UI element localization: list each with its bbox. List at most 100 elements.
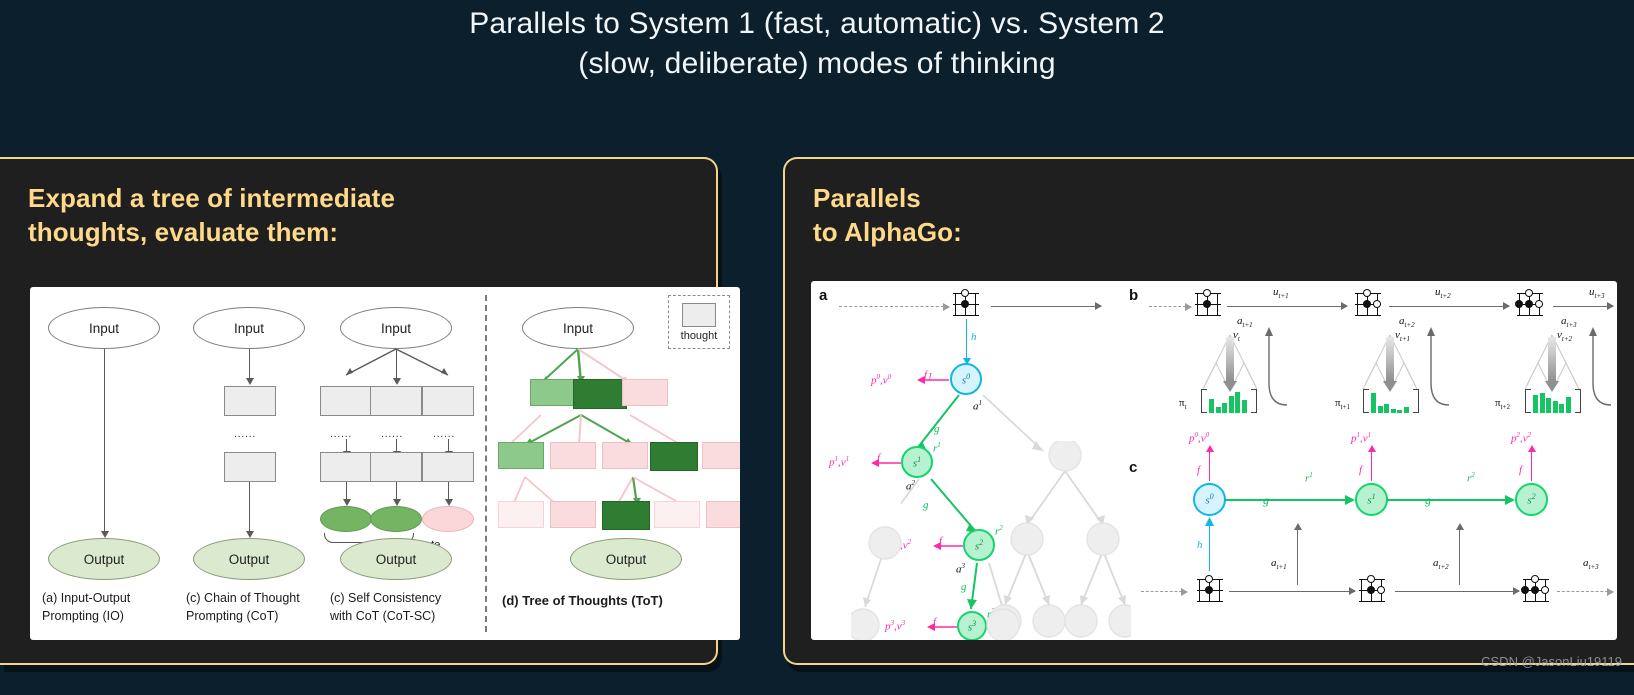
cotsc-caption-line1: (c) Self Consistency xyxy=(330,591,442,605)
a-label-b3: at+3 xyxy=(1561,315,1577,330)
cotsc-dots-b: ...... xyxy=(381,428,403,440)
panel-c-incoming-arrow xyxy=(1141,587,1188,596)
policy-bar xyxy=(1215,407,1221,413)
cotsc-input-label: Input xyxy=(380,320,412,336)
tot-node-l2-a xyxy=(498,442,544,469)
tot-node-l1-b xyxy=(573,379,627,409)
u-label-b1: ut+1 xyxy=(1273,286,1289,301)
r2-label-panel-c: r2 xyxy=(1467,471,1475,485)
policy-bar xyxy=(1403,407,1409,413)
left-panel: Expand a tree of intermediate thoughts, … xyxy=(0,157,740,665)
f-arrow-panel-a-1 xyxy=(871,459,901,467)
watermark: CSDN @JasonLiu19119 xyxy=(1481,654,1622,669)
node-s0-panel-c: s0 xyxy=(1193,483,1226,516)
f-arrow-c1 xyxy=(1366,445,1378,481)
figure-divider xyxy=(485,295,487,632)
io-caption-line2: Prompting (IO) xyxy=(42,609,124,623)
action-feedback-b3 xyxy=(1589,327,1612,406)
g-label-panel-a-2: g xyxy=(923,499,929,511)
pv1-label-panel-a: p1,v1 xyxy=(829,455,850,469)
panel-a-label: a xyxy=(819,287,828,304)
r1-label-panel-c: r1 xyxy=(1305,471,1313,485)
cotsc-step-box-2a xyxy=(320,452,372,482)
go-board-b2 xyxy=(1355,289,1381,317)
cot-input-label: Input xyxy=(233,320,265,336)
obs-arrow-c3 xyxy=(1557,587,1614,596)
cot-output-node: Output xyxy=(193,538,305,580)
action-feedback-b2 xyxy=(1427,327,1450,406)
tot-node-l3-b xyxy=(550,501,596,528)
pi-label-b1: πt xyxy=(1179,397,1187,412)
thought-legend-swatch xyxy=(682,302,716,327)
policy-bar xyxy=(1209,399,1214,413)
a-label-c2: at+2 xyxy=(1433,557,1449,572)
tot-node-l2-c xyxy=(602,442,648,469)
io-output-node: Output xyxy=(48,538,160,580)
u-arrow-b3 xyxy=(1553,300,1614,313)
policy-bar xyxy=(1546,398,1551,413)
a-label-c1: at+1 xyxy=(1271,557,1287,572)
tot-input-label: Input xyxy=(562,320,594,336)
io-input-node: Input xyxy=(48,307,160,349)
pv1-label-panel-c: p1,v1 xyxy=(1351,431,1372,445)
tot-node-l2-e xyxy=(702,442,740,469)
policy-bar xyxy=(1539,393,1545,413)
h-arrow-panel-c xyxy=(1209,525,1211,571)
panel-a-outgoing-arrow xyxy=(991,300,1102,313)
panel-a-incoming-arrow xyxy=(839,302,950,311)
mcts-tree-b1 xyxy=(1193,333,1267,393)
right-panel-heading: Parallels to AlphaGo: xyxy=(813,183,962,248)
tot-node-l2-d xyxy=(650,442,698,471)
cotsc-step-box-1c xyxy=(422,386,474,416)
policy-bar xyxy=(1235,392,1240,413)
cotsc-arrow-a xyxy=(341,439,353,458)
cotsc-vote-node-a xyxy=(320,506,372,532)
cotsc-arrow-2a xyxy=(341,482,353,506)
policy-bars-b2 xyxy=(1371,391,1409,413)
u-label-b3: ut+3 xyxy=(1589,286,1605,301)
cot-output-label: Output xyxy=(228,551,270,567)
cotsc-output-label: Output xyxy=(375,551,417,567)
u-arrow-b2 xyxy=(1389,300,1510,313)
h-arrow-panel-a xyxy=(961,319,973,365)
h-label-panel-a: h xyxy=(971,331,977,343)
muzero-figure: a h s0 p0,v0 f f a1 g s1 r1 p1,v1 f a2 g… xyxy=(811,281,1617,640)
cotsc-arrow-2c xyxy=(443,482,455,506)
r1-label-panel-a: r1 xyxy=(933,441,941,455)
mcts-tree-b2 xyxy=(1353,333,1427,393)
policy-bar xyxy=(1559,404,1564,413)
a-label-b2: at+2 xyxy=(1399,315,1415,330)
tot-node-l2-b xyxy=(550,442,596,469)
f-label-panel-a-0: f xyxy=(924,369,928,381)
cotsc-step-box-2b xyxy=(370,452,422,482)
action-arrow-c1 xyxy=(1292,523,1304,585)
g-edge-c1 xyxy=(1387,495,1515,505)
tot-node-l3-d xyxy=(654,501,700,528)
f-arrow-c0 xyxy=(1204,445,1216,481)
thought-legend: thought xyxy=(668,295,730,349)
tot-node-l1-a xyxy=(530,379,576,406)
f-label-panel-a-1: f xyxy=(877,452,881,464)
cot-dots: ...... xyxy=(234,428,256,440)
cotsc-vote-node-b xyxy=(370,506,422,532)
tot-caption: (d) Tree of Thoughts (ToT) xyxy=(502,593,663,608)
cotsc-arrow-b xyxy=(391,439,403,458)
cot-input-node: Input xyxy=(193,307,305,349)
a-label-b1: at+1 xyxy=(1237,315,1253,330)
grey-leaves-panel-a xyxy=(851,526,1020,640)
cotsc-input-node: Input xyxy=(340,307,452,349)
panel-b-incoming-arrow xyxy=(1149,302,1192,311)
tot-input-node: Input xyxy=(522,307,634,349)
io-caption-line1: (a) Input-Output xyxy=(42,591,131,605)
cotsc-dots-a: ...... xyxy=(330,428,352,440)
action-arrow-c2 xyxy=(1454,523,1466,585)
policy-bar xyxy=(1552,401,1558,413)
cotsc-vote-node-c xyxy=(422,506,474,532)
tot-output-node: Output xyxy=(570,538,682,580)
cotsc-caption-line2: with CoT (CoT-SC) xyxy=(330,609,436,623)
cot-arrow-2 xyxy=(244,482,256,538)
tot-output-label: Output xyxy=(605,551,647,567)
cot-caption-line2: Prompting (CoT) xyxy=(186,609,279,623)
go-board-b3 xyxy=(1515,289,1543,317)
g-label-c1: g xyxy=(1425,493,1431,507)
